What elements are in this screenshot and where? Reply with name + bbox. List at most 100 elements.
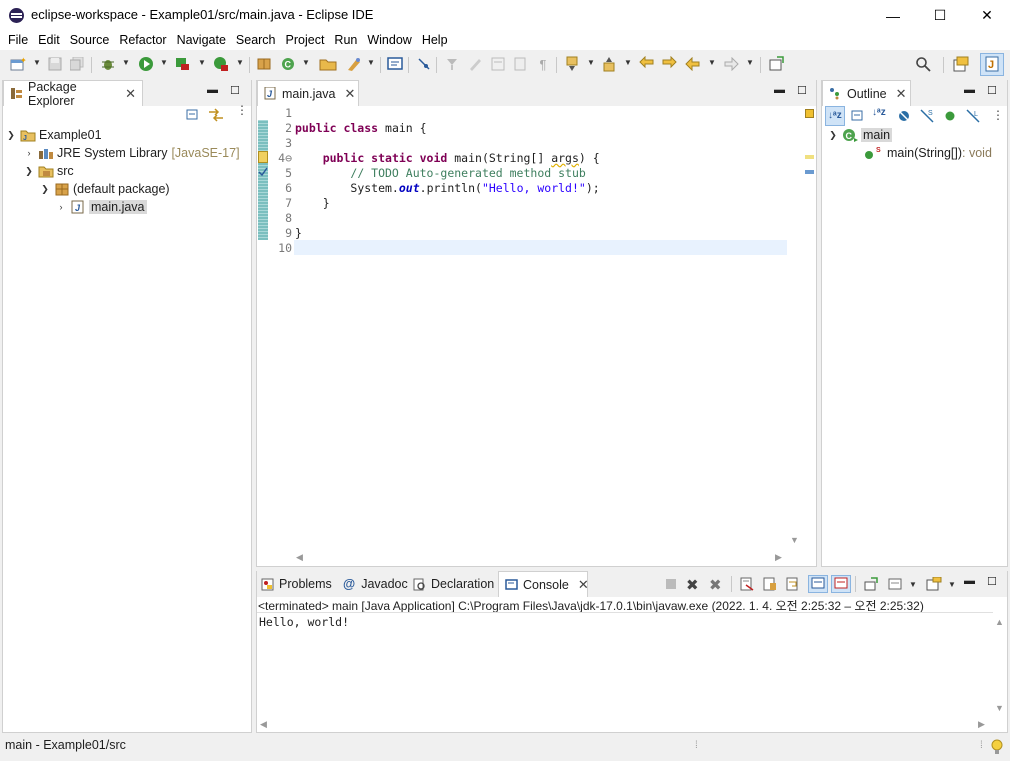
overview-marker[interactable] — [805, 170, 814, 174]
skip-breakpoints-icon[interactable] — [415, 55, 433, 73]
hide-fields-icon[interactable] — [897, 109, 911, 126]
minimize-editor-icon[interactable]: ▬ — [774, 84, 785, 96]
menu-window[interactable]: Window — [359, 31, 411, 50]
tab-problems[interactable]: Problems — [261, 577, 332, 591]
pin-console-icon[interactable] — [864, 577, 878, 594]
link-with-editor-icon[interactable] — [208, 108, 224, 125]
maximize-button[interactable]: ☐ — [917, 0, 963, 31]
collapse-chevron-icon[interactable]: › — [24, 148, 34, 158]
java-perspective-button[interactable]: J — [980, 53, 1004, 76]
terminate-icon[interactable] — [665, 578, 677, 593]
hide-local-types-icon[interactable]: L — [966, 109, 980, 126]
code-text-area[interactable]: public class main { public static void m… — [295, 106, 785, 256]
open-perspective-icon[interactable] — [952, 55, 970, 73]
scroll-down-icon[interactable]: ▼ — [790, 535, 799, 545]
menu-refactor[interactable]: Refactor — [111, 31, 166, 50]
toggle-highlight-icon[interactable] — [466, 55, 484, 73]
console-output-area[interactable] — [257, 612, 993, 718]
tip-lightbulb-icon[interactable] — [990, 738, 1004, 759]
hide-static-icon[interactable]: S — [920, 109, 934, 126]
debug-dropdown-icon[interactable]: ▼ — [122, 58, 130, 67]
toggle-mark-occurrences-icon[interactable] — [443, 55, 461, 73]
view-menu-icon[interactable]: ⋮ — [236, 104, 248, 116]
new-class-dropdown-icon[interactable]: ▼ — [302, 58, 310, 67]
tab-package-explorer[interactable]: Package Explorer ✕ — [3, 80, 143, 108]
minimize-panel-icon[interactable]: ▬ — [207, 84, 218, 96]
next-annotation-icon[interactable] — [563, 55, 581, 73]
collapse-outline-icon[interactable] — [851, 109, 865, 126]
previous-annotation-dropdown-icon[interactable]: ▼ — [624, 58, 632, 67]
line-number[interactable]: 4⊖ — [268, 151, 292, 166]
new-dropdown-icon[interactable]: ▼ — [33, 58, 41, 67]
coverage-dropdown-icon[interactable]: ▼ — [198, 58, 206, 67]
run-icon[interactable] — [137, 55, 155, 73]
scroll-left-icon[interactable]: ◀ — [296, 552, 303, 563]
open-console-dropdown-icon[interactable]: ▼ — [948, 580, 956, 589]
console-scroll-down-icon[interactable]: ▼ — [995, 703, 1004, 713]
save-all-icon[interactable] — [68, 55, 86, 73]
collapse-chevron-icon[interactable]: › — [56, 202, 66, 212]
next-edit-location-icon[interactable] — [660, 55, 678, 73]
overview-warning-icon[interactable] — [805, 109, 814, 118]
maximize-panel-icon[interactable]: ☐ — [230, 84, 240, 97]
external-tools-dropdown-icon[interactable]: ▼ — [236, 58, 244, 67]
open-type-icon[interactable] — [319, 55, 337, 73]
collapse-all-icon[interactable] — [186, 108, 200, 125]
tree-item-jre[interactable]: › JRE System Library [JavaSE-17] — [6, 144, 250, 162]
remove-launch-icon[interactable]: ✖ — [686, 576, 699, 594]
menu-file[interactable]: File — [0, 31, 28, 50]
minimize-outline-icon[interactable]: ▬ — [964, 84, 975, 96]
maximize-outline-icon[interactable]: ☐ — [987, 84, 997, 97]
terminal-icon[interactable] — [386, 55, 404, 73]
tab-outline[interactable]: Outline ✕ — [822, 80, 911, 106]
tree-item-package[interactable]: ❯ (default package) — [6, 180, 250, 198]
back-icon[interactable] — [684, 55, 702, 73]
word-wrap-icon[interactable] — [786, 577, 800, 594]
menu-help[interactable]: Help — [414, 31, 448, 50]
close-editor-icon[interactable]: ✕ — [345, 86, 356, 102]
maximize-console-icon[interactable]: ☐ — [987, 575, 997, 588]
menu-source[interactable]: Source — [62, 31, 110, 50]
show-on-stderr-button[interactable] — [831, 575, 851, 593]
outline-view-menu-icon[interactable]: ⋮ — [992, 108, 1004, 122]
tree-item-main-java[interactable]: › J main.java — [6, 198, 250, 216]
scroll-lock-icon[interactable] — [763, 577, 777, 594]
console-scroll-left-icon[interactable]: ◀ — [260, 719, 267, 730]
forward-icon[interactable] — [722, 55, 740, 73]
save-icon[interactable] — [46, 55, 64, 73]
close-window-button[interactable]: ✕ — [964, 0, 1010, 31]
display-console-dropdown-icon[interactable]: ▼ — [909, 580, 917, 589]
hide-nonpublic-icon[interactable] — [944, 110, 956, 125]
forward-dropdown-icon[interactable]: ▼ — [746, 58, 754, 67]
show-whitespace-icon[interactable]: ¶ — [534, 55, 552, 73]
scroll-right-icon[interactable]: ▶ — [775, 552, 782, 563]
minimize-button[interactable]: — — [870, 0, 916, 31]
menu-navigate[interactable]: Navigate — [169, 31, 226, 50]
pin-editor-icon[interactable] — [767, 55, 785, 73]
remove-all-launches-icon[interactable]: ✖ — [709, 576, 722, 594]
close-package-explorer-icon[interactable]: ✕ — [125, 86, 136, 102]
minimize-console-icon[interactable]: ▬ — [964, 575, 975, 587]
expand-chevron-icon[interactable]: ❯ — [40, 184, 50, 195]
new-java-class-icon[interactable]: C — [279, 55, 297, 73]
debug-icon[interactable] — [99, 55, 117, 73]
menu-run[interactable]: Run — [326, 31, 357, 50]
expand-chevron-icon[interactable]: ❯ — [24, 166, 34, 177]
menu-edit[interactable]: Edit — [30, 31, 60, 50]
previous-annotation-icon[interactable] — [600, 55, 618, 73]
next-annotation-dropdown-icon[interactable]: ▼ — [587, 58, 595, 67]
warning-marker-icon[interactable] — [258, 151, 268, 163]
sort-button[interactable]: ↓ᵃz — [825, 106, 845, 126]
display-console-icon[interactable] — [888, 577, 902, 594]
run-dropdown-icon[interactable]: ▼ — [160, 58, 168, 67]
external-tools-icon[interactable] — [212, 55, 230, 73]
search-icon[interactable] — [914, 55, 932, 73]
tab-javadoc[interactable]: @ Javadoc — [343, 577, 408, 591]
maximize-editor-icon[interactable]: ☐ — [797, 84, 807, 97]
tab-console[interactable]: Console ✕ — [498, 571, 589, 597]
search-tool-icon[interactable] — [345, 55, 363, 73]
outline-item-class[interactable]: ❯ C main — [828, 126, 1006, 144]
menu-project[interactable]: Project — [278, 31, 325, 50]
expand-chevron-icon[interactable]: ❯ — [828, 130, 838, 141]
tab-main-java[interactable]: J main.java ✕ — [257, 80, 359, 106]
